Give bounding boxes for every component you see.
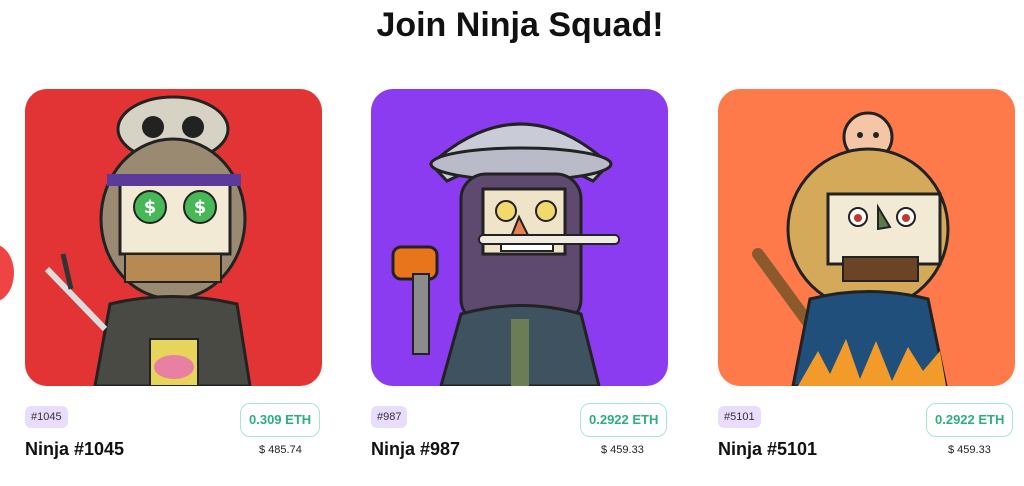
eth-price: 0.2922 ETH [926, 403, 1014, 437]
usd-price: $ 459.33 [601, 444, 644, 456]
nft-image[interactable] [718, 89, 1015, 386]
nft-id-badge: #1045 [25, 406, 68, 428]
nft-name[interactable]: Ninja #987 [371, 439, 460, 460]
eth-price: 0.309 ETH [240, 403, 321, 437]
carousel-prev-button[interactable] [0, 244, 14, 302]
nft-name[interactable]: Ninja #5101 [718, 439, 817, 460]
nft-card[interactable]: #987 0.2922 ETH Ninja #987 $ 459.33 [371, 89, 668, 459]
nft-id-badge: #987 [371, 406, 408, 428]
usd-price: $ 485.74 [259, 444, 302, 456]
usd-price: $ 459.33 [948, 444, 991, 456]
eth-price: 0.2922 ETH [580, 403, 668, 437]
nft-id-badge: #5101 [718, 406, 761, 428]
nft-name[interactable]: Ninja #1045 [25, 439, 124, 460]
nft-card[interactable]: $ $ #1045 0.309 ETH Ninja #1045 $ 485.74 [25, 89, 322, 459]
svg-text:$: $ [144, 197, 157, 218]
page-title: Join Ninja Squad! [376, 6, 664, 44]
nft-image[interactable] [371, 89, 668, 386]
nft-image[interactable]: $ $ [25, 89, 322, 386]
nft-card[interactable]: #5101 0.2922 ETH Ninja #5101 $ 459.33 [718, 89, 1015, 459]
svg-text:$: $ [194, 197, 207, 218]
